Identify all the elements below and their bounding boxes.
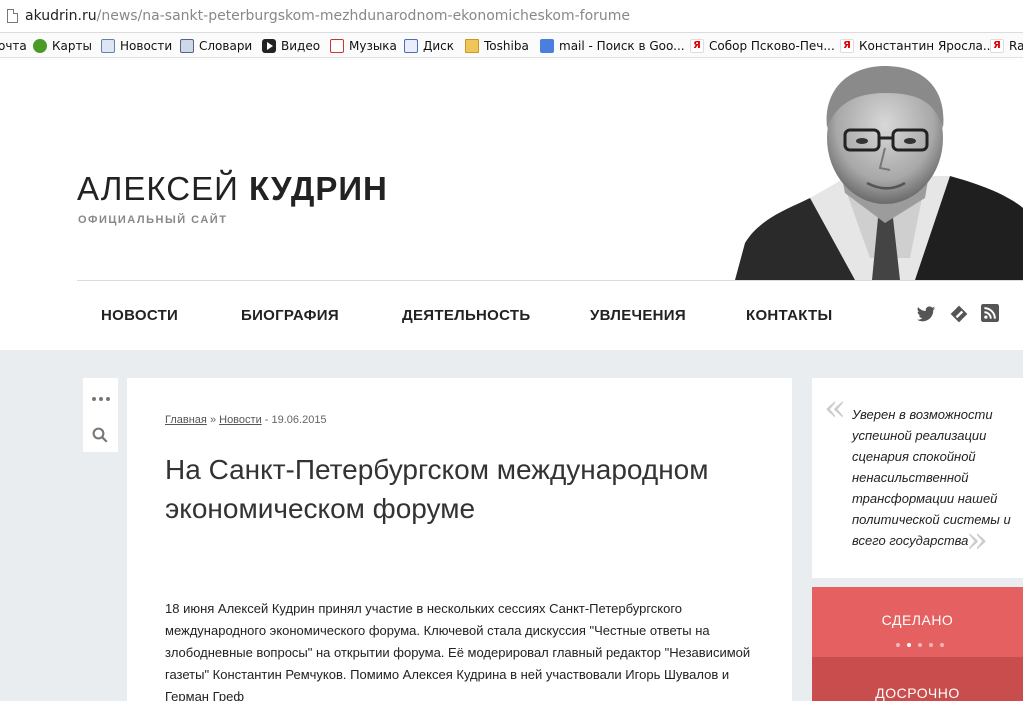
site-title-first: АЛЕКСЕЙ bbox=[77, 170, 239, 207]
twitter-icon[interactable] bbox=[916, 304, 936, 324]
dictionary-icon bbox=[180, 38, 194, 53]
pager-dot[interactable] bbox=[896, 643, 900, 647]
music-icon bbox=[330, 38, 344, 53]
article-date: - 19.06.2015 bbox=[264, 414, 327, 426]
bookmark-google-search[interactable]: mail - Поиск в Goo... bbox=[540, 37, 685, 54]
search-icon[interactable] bbox=[91, 426, 109, 449]
bookmark-label: Словари bbox=[199, 38, 253, 53]
breadcrumb: Главная » Новости - 19.06.2015 bbox=[165, 414, 327, 426]
bookmark-news[interactable]: Новости bbox=[101, 37, 172, 54]
bookmark-label: mail - Поиск в Goo... bbox=[559, 38, 685, 53]
quote-block: « Уверен в возможности успешной реализац… bbox=[812, 378, 1023, 578]
quote-close-mark: » bbox=[966, 520, 989, 561]
pager-dot[interactable] bbox=[907, 643, 911, 647]
google-icon bbox=[540, 38, 554, 53]
nav-contacts[interactable]: КОНТАКТЫ bbox=[746, 307, 832, 324]
pager-dot[interactable] bbox=[940, 643, 944, 647]
news-icon bbox=[101, 38, 115, 53]
address-bar[interactable]: akudrin.ru/news/na-sankt-peterburgskom-m… bbox=[0, 0, 1023, 33]
bookmark-video[interactable]: Видео bbox=[262, 37, 320, 54]
bookmark-label: Диск bbox=[423, 38, 455, 53]
url-host: akudrin.ru bbox=[25, 8, 97, 24]
bookmark-label: Ra bbox=[1009, 38, 1023, 53]
site-title[interactable]: АЛЕКСЕЙ КУДРИН bbox=[77, 170, 388, 208]
nav-activity[interactable]: ДЕЯТЕЛЬНОСТЬ bbox=[402, 307, 530, 324]
rss-icon[interactable] bbox=[981, 304, 1001, 324]
folder-icon bbox=[465, 38, 479, 53]
breadcrumb-separator: » bbox=[209, 414, 217, 426]
article: Главная » Новости - 19.06.2015 На Санкт-… bbox=[127, 378, 792, 701]
bookmark-music[interactable]: Музыка bbox=[330, 37, 397, 54]
bookmark-dictionary[interactable]: Словари bbox=[180, 37, 252, 54]
article-body: 18 июня Алексей Кудрин принял участие в … bbox=[165, 601, 751, 701]
bookmark-mail[interactable]: очта bbox=[0, 37, 27, 54]
bookmarks-bar: очта Карты Новости Словари Видео Музыка … bbox=[0, 33, 1023, 58]
bookmark-label: очта bbox=[0, 38, 27, 53]
bookmark-label: Собор Псково-Печ... bbox=[709, 38, 835, 53]
article-title: На Санкт-Петербургском международном эко… bbox=[165, 454, 709, 524]
nav-news[interactable]: НОВОСТИ bbox=[101, 307, 178, 324]
bookmark-toshiba[interactable]: Toshiba bbox=[465, 37, 529, 54]
bookmark-label: Константин Яросла... bbox=[859, 38, 995, 53]
bookmark-maps[interactable]: Карты bbox=[33, 37, 92, 54]
more-icon[interactable] bbox=[92, 397, 110, 401]
done-panel-title: СДЕЛАНО bbox=[881, 612, 954, 628]
bookmark-konstantin[interactable]: Я Константин Яросла... bbox=[840, 37, 994, 54]
yandex-icon: Я bbox=[840, 38, 854, 53]
nav-biography[interactable]: БИОГРАФИЯ bbox=[241, 307, 339, 324]
maps-icon bbox=[33, 38, 47, 53]
nav-hobbies[interactable]: УВЛЕЧЕНИЯ bbox=[590, 307, 686, 324]
breadcrumb-news[interactable]: Новости bbox=[219, 414, 262, 426]
quote-open-mark: « bbox=[824, 388, 847, 429]
page-icon bbox=[7, 9, 18, 23]
breadcrumb-home[interactable]: Главная bbox=[165, 414, 207, 426]
site-subtitle: ОФИЦИАЛЬНЫЙ САЙТ bbox=[78, 214, 228, 226]
done-panel[interactable]: СДЕЛАНО bbox=[812, 587, 1023, 657]
early-panel[interactable]: ДОСРОЧНО bbox=[812, 657, 1023, 701]
yandex-icon: Я bbox=[990, 38, 1004, 53]
pager-dot[interactable] bbox=[929, 643, 933, 647]
article-tools bbox=[83, 378, 118, 452]
site-title-last: КУДРИН bbox=[249, 170, 388, 207]
yandex-icon: Я bbox=[690, 38, 704, 53]
bookmark-label: Видео bbox=[281, 38, 321, 53]
bookmark-label: Карты bbox=[52, 38, 92, 53]
url-text[interactable]: akudrin.ru/news/na-sankt-peterburgskom-m… bbox=[25, 8, 630, 24]
header-divider bbox=[77, 280, 1023, 281]
disk-icon bbox=[404, 38, 418, 53]
bookmark-label: Музыка bbox=[349, 38, 397, 53]
url-path: /news/na-sankt-peterburgskom-mezhdunarod… bbox=[96, 8, 631, 24]
livejournal-icon[interactable] bbox=[949, 304, 969, 324]
bookmark-label: Новости bbox=[120, 38, 173, 53]
early-panel-title: ДОСРОЧНО bbox=[875, 685, 960, 701]
bookmark-label: Toshiba bbox=[484, 38, 529, 53]
bookmark-disk[interactable]: Диск bbox=[404, 37, 454, 54]
portrait-photo bbox=[735, 58, 1023, 280]
slider-pager[interactable] bbox=[896, 643, 944, 647]
bookmark-sobor[interactable]: Я Собор Псково-Печ... bbox=[690, 37, 835, 54]
pager-dot[interactable] bbox=[918, 643, 922, 647]
bookmark-ra[interactable]: Я Ra bbox=[990, 37, 1023, 54]
video-icon bbox=[262, 38, 276, 53]
